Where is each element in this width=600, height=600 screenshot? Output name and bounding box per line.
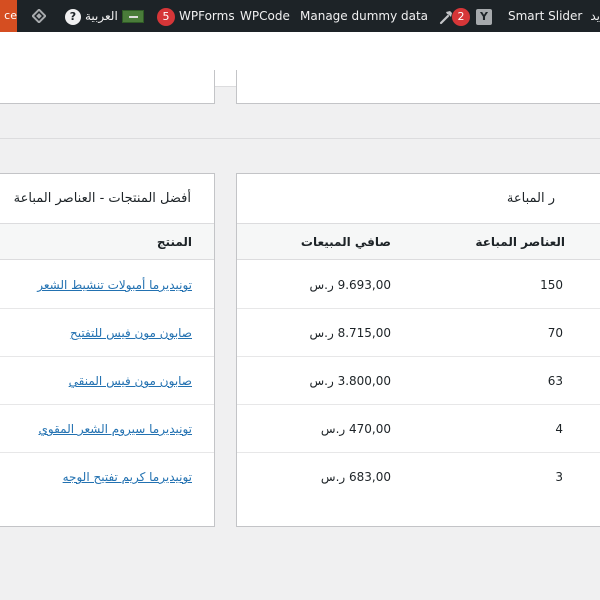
top-card-left <box>0 70 215 104</box>
manage-dummy-data-menu[interactable]: Manage dummy data <box>300 0 454 32</box>
table-row: تونيديرما كريم تفتيح الوجه <box>0 453 214 501</box>
smart-slider-label: Smart Slider <box>508 9 583 23</box>
net-sales-value: 3.800,00 ر.س <box>309 374 391 388</box>
table-row: صابون مون فيس للتفتيح <box>0 309 214 357</box>
table-row: 683,00 ر.س 3 <box>237 453 600 501</box>
product-link[interactable]: صابون مون فيس للتفتيح <box>70 309 192 357</box>
table-row: تونيديرما سيروم الشعر المقوي <box>0 405 214 453</box>
column-header-product[interactable]: المنتج <box>157 224 192 260</box>
items-sold-value: 4 <box>555 422 563 436</box>
language-switcher[interactable]: ? العربية <box>64 0 144 32</box>
items-sold-value: 70 <box>547 326 563 340</box>
yoast-count-badge: 2 <box>452 7 470 26</box>
table-row: 8.715,00 ر.س 70 <box>237 309 600 357</box>
top-card-right <box>236 70 600 104</box>
wpcode-label: WPCode <box>240 9 290 23</box>
section-divider <box>0 138 600 139</box>
language-label: العربية <box>85 9 118 23</box>
product-link[interactable]: صابون مون فيس المنقي <box>69 357 192 405</box>
product-link[interactable]: تونيديرما كريم تفتيح الوجه <box>63 453 192 501</box>
smart-slider-menu[interactable]: Smart Slider <box>508 0 582 32</box>
help-icon[interactable]: ? <box>65 8 81 25</box>
yoast-icon: Y <box>476 8 492 25</box>
table-row: تونيديرما أمبولات تنشيط الشعر <box>0 261 214 309</box>
net-sales-value: 9.693,00 ر.س <box>309 278 391 292</box>
net-sales-value: 470,00 ر.س <box>320 422 391 436</box>
net-sales-value: 683,00 ر.س <box>320 470 391 484</box>
flag-icon <box>121 10 144 23</box>
admin-bar-trailing-item[interactable]: يد <box>578 0 600 32</box>
wpforms-count-badge: 5 <box>157 7 175 26</box>
items-sold-value: 150 <box>540 278 563 292</box>
items-sold-value: 63 <box>547 374 563 388</box>
dummy-data-label: Manage dummy data <box>300 9 429 23</box>
admin-bar: ce ? العربية 5 WPForms WPCode Manage dummy… <box>0 0 600 32</box>
product-link[interactable]: تونيديرما أمبولات تنشيط الشعر <box>37 261 192 309</box>
items-sold-value: 3 <box>555 470 563 484</box>
table-row: 3.800,00 ر.س 63 <box>237 357 600 405</box>
wordpress-diamond-icon[interactable] <box>30 0 50 32</box>
yoast-seo-menu[interactable]: 2Y <box>452 0 492 32</box>
table-row: 470,00 ر.س 4 <box>237 405 600 453</box>
diamond-glyph <box>32 9 46 23</box>
items-sold-title: ر المباعة <box>237 174 600 224</box>
top-products-title: أفضل المنتجات - العناصر المباعة <box>0 174 214 224</box>
wpcode-menu[interactable]: WPCode <box>240 0 290 32</box>
table-row: 9.693,00 ر.س 150 <box>237 261 600 309</box>
wpforms-menu[interactable]: 5 WPForms <box>157 0 235 32</box>
net-sales-value: 8.715,00 ر.س <box>309 326 391 340</box>
table-row: صابون مون فيس المنقي <box>0 357 214 405</box>
column-header-items-sold[interactable]: العناصر المباعة <box>475 224 565 260</box>
admin-bar-orange-item[interactable]: ce <box>0 0 17 32</box>
trailing-item-label: يد <box>590 9 600 23</box>
items-sold-card: ر المباعة صافي المبيعات العناصر المباعة … <box>236 173 600 527</box>
top-products-card: أفضل المنتجات - العناصر المباعة المنتج ت… <box>0 173 215 527</box>
orange-item-label: ce <box>4 9 17 22</box>
product-link[interactable]: تونيديرما سيروم الشعر المقوي <box>38 405 192 453</box>
items-sold-table-header: صافي المبيعات العناصر المباعة <box>237 224 600 260</box>
top-products-table-header: المنتج <box>0 224 214 260</box>
column-header-net-sales[interactable]: صافي المبيعات <box>301 224 391 260</box>
wpforms-label: WPForms <box>179 9 235 23</box>
